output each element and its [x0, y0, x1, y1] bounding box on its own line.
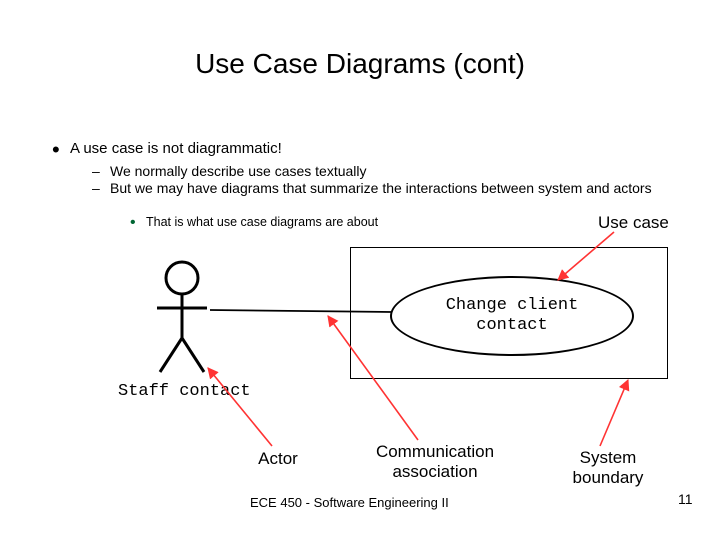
arrow-actor: [208, 368, 272, 446]
actor-icon: [157, 262, 207, 372]
label-communication-association: Communication association: [350, 442, 520, 482]
bullet-2b: –But we may have diagrams that summarize…: [92, 180, 672, 196]
bullet-2a: –We normally describe use cases textuall…: [92, 163, 367, 179]
bullet-1: •A use case is not diagrammatic!: [52, 140, 282, 157]
label-staff-contact: Staff contact: [118, 382, 251, 401]
footer-text: ECE 450 - Software Engineering II: [250, 495, 449, 510]
usecase-ellipse: Change client contact: [390, 276, 634, 356]
label-system-boundary: System boundary: [553, 448, 663, 488]
bullet-2b-text: But we may have diagrams that summarize …: [110, 180, 652, 196]
bullet-3: •That is what use case diagrams are abou…: [130, 215, 378, 229]
dash-icon: –: [92, 163, 110, 179]
page-number: 11: [678, 491, 693, 507]
label-usecase: Use case: [598, 213, 669, 233]
bullet-3-text: That is what use case diagrams are about: [146, 215, 378, 229]
slide-title: Use Case Diagrams (cont): [0, 48, 720, 80]
bullet-dot-icon: •: [130, 217, 146, 229]
bullet-1-text: A use case is not diagrammatic!: [70, 140, 282, 157]
dash-icon: –: [92, 180, 110, 196]
bullet-dot-icon: •: [52, 142, 70, 157]
label-actor: Actor: [238, 449, 318, 469]
bullet-2a-text: We normally describe use cases textually: [110, 163, 367, 179]
arrow-boundary: [600, 380, 628, 446]
